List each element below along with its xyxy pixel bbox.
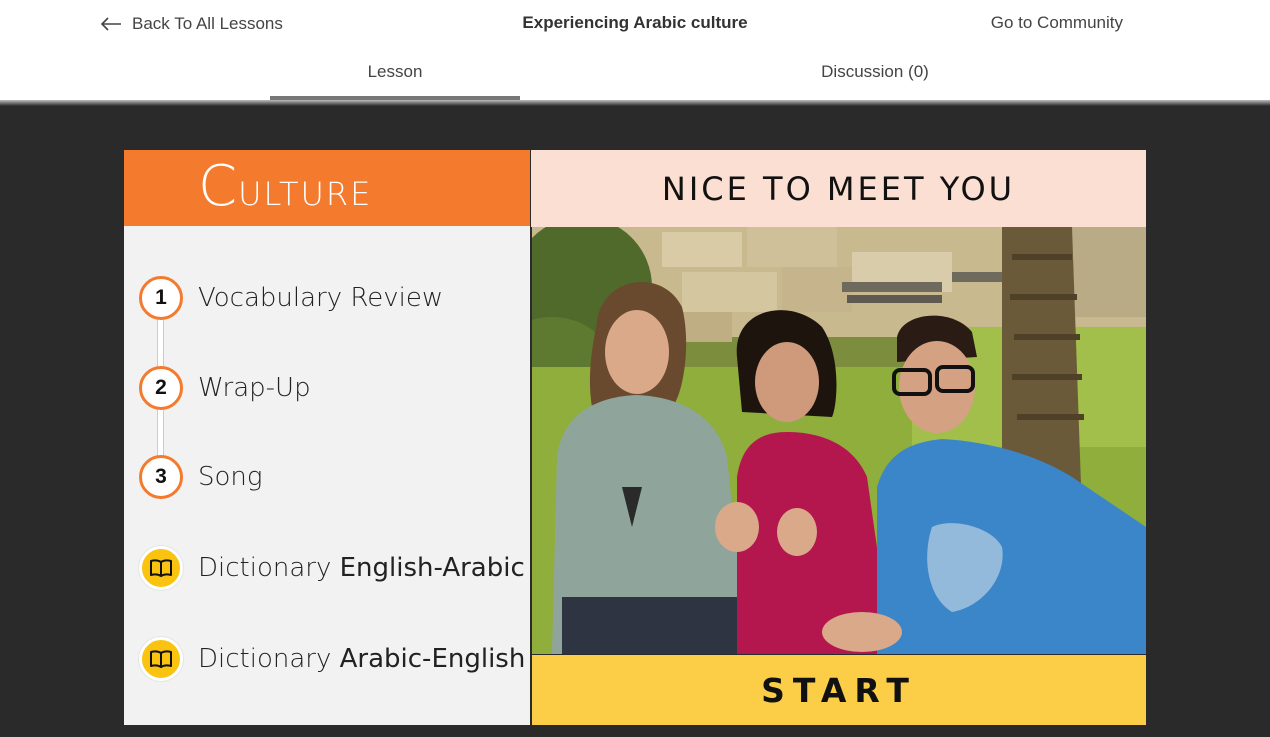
culture-title: CULTURE [198,154,372,227]
top-header: Back To All Lessons Experiencing Arabic … [0,0,1270,100]
culture-title-initial: C [198,154,239,219]
step-number-badge: 1 [139,276,183,320]
step-song[interactable]: 3 Song [139,455,263,499]
book-icon [139,546,183,590]
lesson-photo [532,227,1146,654]
dictionary-prefix: Dictionary [198,553,332,583]
header-divider [0,100,1270,106]
dictionary-prefix: Dictionary [198,644,332,674]
dictionary-label: Dictionary English-Arabic [198,553,525,583]
lesson-card-title-text: NICE TO MEET YOU [661,169,1016,208]
dictionary-arabic-english[interactable]: Dictionary Arabic-English [139,637,525,681]
book-icon [139,637,183,681]
step-label: Song [198,462,263,492]
step-label: Wrap-Up [198,373,311,403]
tab-discussion[interactable]: Discussion (0) [750,62,1000,100]
dictionary-language-pair: English-Arabic [339,553,525,583]
start-button-label: START [761,670,917,710]
step-label: Vocabulary Review [198,283,444,313]
lesson-card-title: NICE TO MEET YOU [531,150,1146,227]
back-link-label: Back To All Lessons [132,14,283,33]
step-number-badge: 2 [139,366,183,410]
start-button[interactable]: START [532,655,1146,725]
dictionary-label: Dictionary Arabic-English [198,644,525,674]
tab-lesson[interactable]: Lesson [270,62,520,100]
culture-header: CULTURE [124,150,530,226]
back-to-lessons-link[interactable]: Back To All Lessons [100,14,283,34]
go-to-community-link[interactable]: Go to Community [991,13,1123,33]
dictionary-language-pair: Arabic-English [339,644,526,674]
dictionary-english-arabic[interactable]: Dictionary English-Arabic [139,546,525,590]
culture-title-rest: ULTURE [238,175,373,213]
step-vocabulary-review[interactable]: 1 Vocabulary Review [139,276,443,320]
step-number-badge: 3 [139,455,183,499]
step-wrap-up[interactable]: 2 Wrap-Up [139,366,311,410]
arrow-left-icon [100,17,121,31]
